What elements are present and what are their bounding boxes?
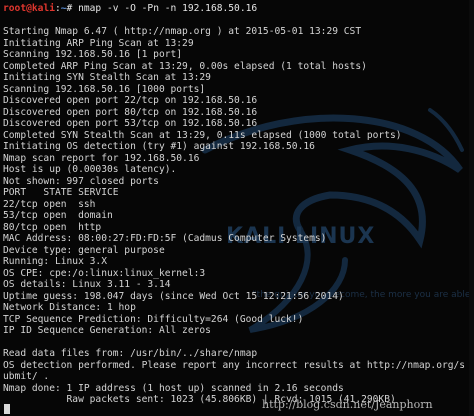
output-line: Device type: general purpose bbox=[3, 244, 165, 256]
prompt-user: root@kali bbox=[3, 3, 55, 14]
output-line: Initiating OS detection (try #1) against… bbox=[3, 141, 315, 152]
output-line: 22/tcp open ssh bbox=[3, 198, 96, 210]
output-line: Uptime guess: 198.047 days (since Wed Oc… bbox=[3, 290, 344, 302]
terminal-window[interactable]: KALI LINUX “the quieter you become, the … bbox=[0, 0, 474, 416]
output-line: Read data files from: /usr/bin/../share/… bbox=[3, 348, 258, 359]
output-line: Discovered open port 22/tcp on 192.168.5… bbox=[3, 95, 258, 106]
output-line: OS detection performed. Please report an… bbox=[3, 359, 466, 371]
prompt-symbol: # bbox=[66, 3, 79, 14]
blog-watermark: http://blog.csdn.net/Jeanphorn bbox=[262, 398, 433, 411]
output-line: Nmap scan report for 192.168.50.16 bbox=[3, 152, 200, 164]
output-line: Scanning 192.168.50.16 [1000 ports] bbox=[3, 83, 206, 95]
output-line: Not shown: 997 closed ports bbox=[3, 175, 159, 187]
output-line: TCP Sequence Prediction: Difficulty=264 … bbox=[3, 313, 304, 325]
output-line: OS details: Linux 3.11 - 3.14 bbox=[3, 279, 171, 290]
command-line: root@kali:~# nmap -v -O -Pn -n 192.168.5… bbox=[3, 3, 474, 15]
output-line: 53/tcp open domain bbox=[3, 210, 113, 221]
terminal-cursor bbox=[4, 404, 10, 414]
output-line: Completed SYN Stealth Scan at 13:29, 0.1… bbox=[3, 129, 402, 141]
output-line: Initiating SYN Stealth Scan at 13:29 bbox=[3, 72, 211, 83]
output-line: Initiating ARP Ping Scan at 13:29 bbox=[3, 37, 194, 49]
output-line: Discovered open port 80/tcp on 192.168.5… bbox=[3, 106, 258, 118]
output-line: 80/tcp open http bbox=[3, 221, 102, 233]
terminal-scrollbar[interactable] bbox=[469, 0, 474, 416]
output-line: ubmit/ . bbox=[3, 371, 50, 382]
terminal-output: root@kali:~# nmap -v -O -Pn -n 192.168.5… bbox=[3, 3, 474, 406]
output-line: Discovered open port 53/tcp on 192.168.5… bbox=[3, 118, 258, 129]
output-line: Starting Nmap 6.47 ( http://nmap.org ) a… bbox=[3, 26, 362, 37]
output-line: PORT STATE SERVICE bbox=[3, 187, 119, 198]
output-line: Network Distance: 1 hop bbox=[3, 302, 136, 313]
output-line: IP ID Sequence Generation: All zeros bbox=[3, 325, 211, 336]
output-line: OS CPE: cpe:/o:linux:linux_kernel:3 bbox=[3, 267, 206, 279]
output-line: Running: Linux 3.X bbox=[3, 256, 107, 267]
output-line: Scanning 192.168.50.16 [1 port] bbox=[3, 49, 183, 60]
output-line: Completed ARP Ping Scan at 13:29, 0.00s … bbox=[3, 60, 367, 72]
output-line: MAC Address: 08:00:27:FD:FD:5F (Cadmus C… bbox=[3, 233, 327, 244]
prompt-command: nmap -v -O -Pn -n 192.168.50.16 bbox=[78, 3, 258, 14]
output-line: Host is up (0.00030s latency). bbox=[3, 164, 177, 175]
output-line: Nmap done: 1 IP address (1 host up) scan… bbox=[3, 382, 344, 394]
